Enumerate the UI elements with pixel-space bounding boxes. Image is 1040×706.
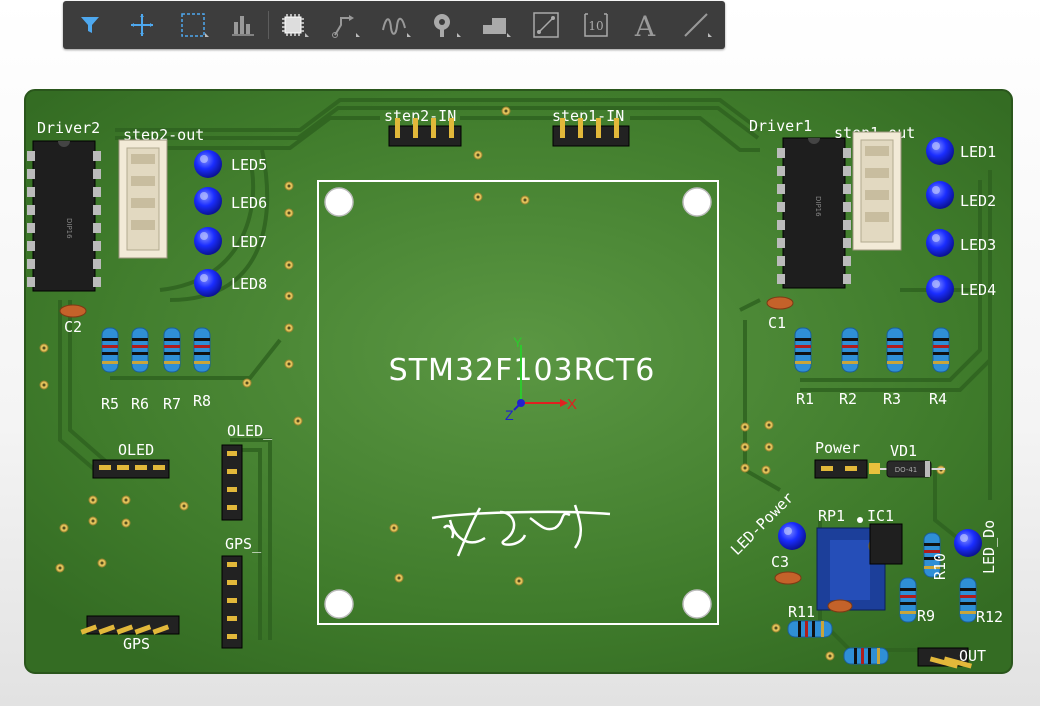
rp1-label: RP1 (818, 507, 845, 525)
c2-label: C2 (64, 318, 82, 336)
led-do-label: LED_Do (980, 520, 998, 574)
power-header[interactable] (814, 459, 868, 479)
led6-label: LED6 (231, 194, 267, 212)
r11-resistor[interactable] (787, 620, 833, 638)
c1-label: C1 (768, 314, 786, 332)
ic1-label: IC1 (867, 507, 894, 525)
r8-label: R8 (193, 392, 211, 410)
extra-resistor[interactable] (843, 647, 889, 665)
power-label: Power (815, 439, 860, 457)
step1-out-connector[interactable] (852, 131, 902, 251)
led-power-led[interactable] (778, 522, 806, 550)
step2-in-label: step2-IN (384, 107, 456, 125)
gps-label: GPS (123, 635, 150, 653)
led1-label: LED1 (960, 143, 996, 161)
r9-resistor[interactable] (899, 577, 917, 623)
gps2-label: GPS_ (225, 535, 262, 553)
r2-resistor[interactable] (841, 327, 859, 373)
r12-label: R12 (976, 608, 1003, 626)
driver1-chip-text: DIP16 (814, 196, 822, 217)
led-do-led[interactable] (954, 529, 982, 557)
oled-label: OLED (118, 441, 154, 459)
r4-label: R4 (929, 390, 947, 408)
led2-label: LED2 (960, 192, 996, 210)
r5-label: R5 (101, 395, 119, 413)
vd1-diode-text: DO-41 (895, 466, 918, 474)
led5[interactable] (194, 150, 222, 178)
led3-label: LED3 (960, 236, 996, 254)
driver2-chip-text: DIP16 (65, 218, 73, 239)
c1-capacitor[interactable] (766, 296, 794, 310)
c2-capacitor[interactable] (59, 304, 87, 318)
led8[interactable] (194, 269, 222, 297)
r5-resistor[interactable] (101, 327, 119, 373)
r7-label: R7 (163, 395, 181, 413)
r8-resistor[interactable] (193, 327, 211, 373)
r12-resistor[interactable] (959, 577, 977, 623)
pcb-3d-view[interactable]: STM32F103RCT6 Y X Z Driver2 DIP16 step2-… (0, 0, 1040, 706)
led5-label: LED5 (231, 156, 267, 174)
r3-label: R3 (883, 390, 901, 408)
driver1-chip[interactable] (776, 137, 852, 289)
out-label: OUT (959, 647, 986, 665)
led1[interactable] (926, 137, 954, 165)
gps2-header[interactable] (221, 555, 243, 649)
axis-y-label: Y (513, 334, 523, 350)
axis-x-label: X (567, 396, 577, 413)
led6[interactable] (194, 187, 222, 215)
driver1-label: Driver1 (749, 117, 812, 135)
gps-header[interactable] (80, 615, 180, 635)
step2-out-connector[interactable] (118, 139, 168, 259)
r7-resistor[interactable] (163, 327, 181, 373)
r9-label: R9 (917, 607, 935, 625)
r10-label: R10 (931, 553, 949, 580)
led3[interactable] (926, 229, 954, 257)
c3-capacitor[interactable] (774, 571, 802, 585)
c3-label: C3 (771, 553, 789, 571)
r4-resistor[interactable] (932, 327, 950, 373)
led4-label: LED4 (960, 281, 996, 299)
r1-resistor[interactable] (794, 327, 812, 373)
r3-resistor[interactable] (886, 327, 904, 373)
led2[interactable] (926, 181, 954, 209)
vd1-label: VD1 (890, 442, 917, 460)
r6-label: R6 (131, 395, 149, 413)
led4[interactable] (926, 275, 954, 303)
oled2-label: OLED_ (227, 422, 273, 440)
driver2-label: Driver2 (37, 119, 100, 137)
led7[interactable] (194, 227, 222, 255)
led8-label: LED8 (231, 275, 267, 293)
oled-header[interactable] (92, 459, 170, 479)
r6-resistor[interactable] (131, 327, 149, 373)
r2-label: R2 (839, 390, 857, 408)
led7-label: LED7 (231, 233, 267, 251)
r1-label: R1 (796, 390, 814, 408)
r11-label: R11 (788, 603, 815, 621)
driver2-chip[interactable] (26, 140, 102, 292)
axis-z-label: Z (505, 407, 514, 423)
oled2-header[interactable] (221, 444, 243, 521)
